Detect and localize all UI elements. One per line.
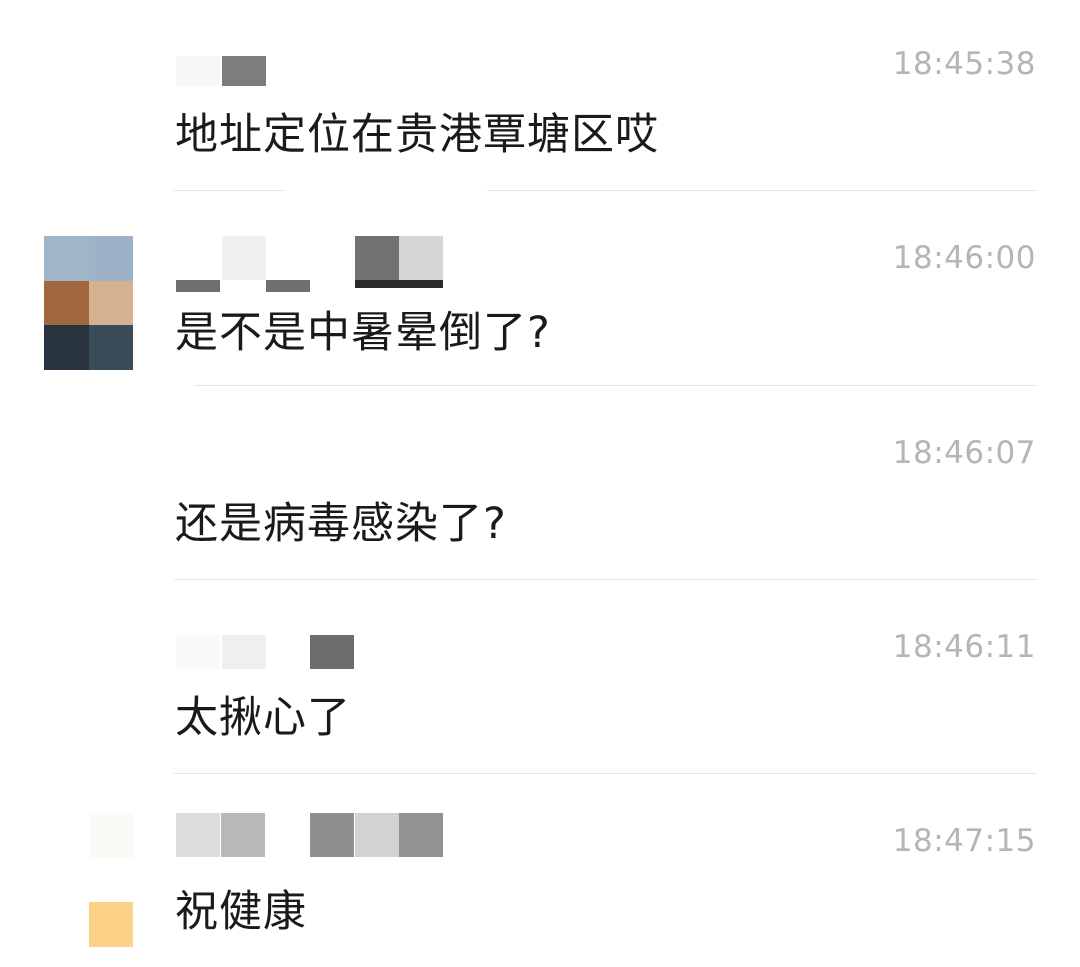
chat-message[interactable]: 18:45:38 地址定位在贵港覃塘区哎: [0, 0, 1080, 190]
divider: [174, 773, 1037, 774]
avatar-pixel: [44, 902, 89, 947]
avatar-pixel: [44, 813, 89, 858]
chat-message[interactable]: 18:46:11 太揪心了: [0, 579, 1080, 773]
avatar-pixel: [88, 325, 133, 370]
message-text: 祝健康: [175, 887, 307, 937]
message-timestamp: 18:46:11: [892, 629, 1036, 665]
avatar-pixel: [44, 857, 89, 902]
message-timestamp: 18:47:15: [892, 823, 1036, 859]
message-text: 是不是中暑晕倒了?: [175, 308, 551, 358]
divider: [174, 190, 285, 191]
chat-message[interactable]: 18:46:07 还是病毒感染了?: [0, 385, 1080, 579]
avatar-pixel: [88, 813, 133, 858]
avatar-pixel: [44, 280, 89, 325]
chat-message[interactable]: 18:46:00 是不是中暑晕倒了?: [0, 190, 1080, 384]
message-text: 地址定位在贵港覃塘区哎: [175, 110, 659, 160]
avatar-pixel: [88, 280, 133, 325]
sender-avatar-pixelated[interactable]: [44, 813, 133, 947]
chat-message[interactable]: 18:47:15 祝健康: [0, 773, 1080, 967]
avatar-pixel: [88, 236, 133, 281]
sender-avatar-pixelated[interactable]: [44, 236, 133, 370]
sender-name-pixelated: [176, 813, 456, 869]
avatar-pixel: [44, 325, 89, 370]
message-timestamp: 18:46:00: [892, 240, 1036, 276]
divider: [194, 385, 1037, 386]
chat-message-list[interactable]: 18:45:38 地址定位在贵港覃塘区哎 18:46:00 是不是中暑晕倒了? …: [0, 0, 1080, 966]
sender-name-pixelated: [176, 38, 456, 94]
divider: [487, 190, 1037, 191]
sender-name-pixelated: [176, 236, 456, 292]
avatar-pixel: [88, 857, 133, 902]
avatar-pixel: [44, 236, 89, 281]
avatar-pixel: [88, 902, 133, 947]
message-text: 太揪心了: [175, 693, 351, 743]
message-timestamp: 18:45:38: [892, 46, 1036, 82]
divider: [174, 579, 1037, 580]
message-timestamp: 18:46:07: [892, 435, 1036, 471]
message-text: 还是病毒感染了?: [175, 499, 507, 549]
